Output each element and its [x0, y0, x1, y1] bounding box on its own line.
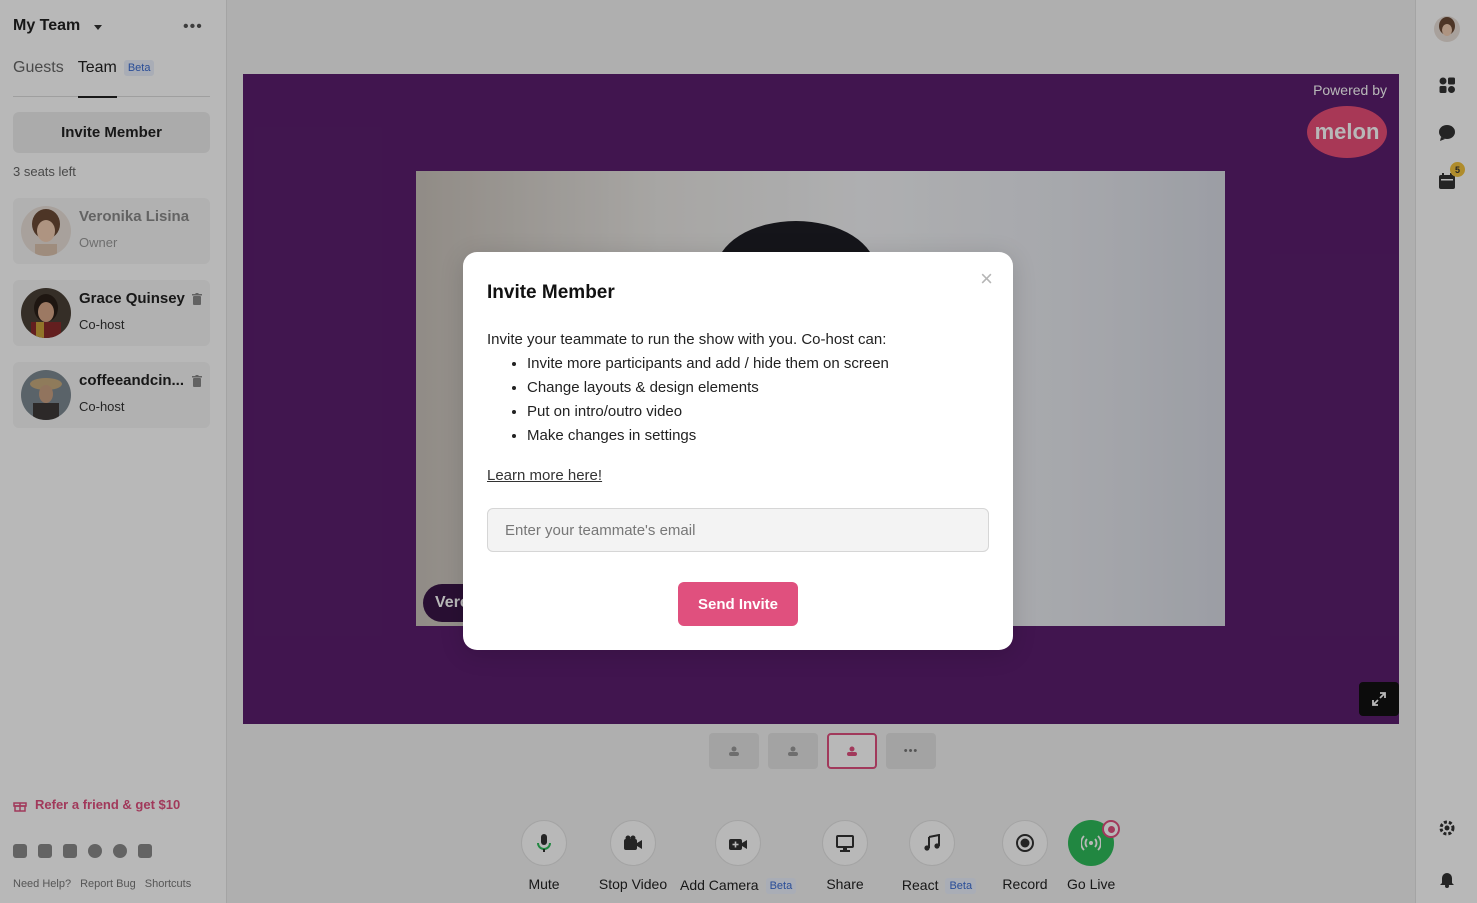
list-item: Change layouts & design elements: [527, 379, 889, 403]
list-item: Make changes in settings: [527, 427, 889, 451]
cohost-capabilities-list: Invite more participants and add / hide …: [527, 355, 889, 451]
modal-intro: Invite your teammate to run the show wit…: [487, 331, 887, 348]
list-item: Put on intro/outro video: [527, 403, 889, 427]
modal-title: Invite Member: [487, 282, 615, 303]
list-item: Invite more participants and add / hide …: [527, 355, 889, 379]
invite-member-modal: × Invite Member Invite your teammate to …: [463, 252, 1013, 650]
teammate-email-input[interactable]: [487, 508, 989, 552]
close-icon[interactable]: ×: [980, 268, 993, 290]
send-invite-button[interactable]: Send Invite: [678, 582, 798, 626]
learn-more-link[interactable]: Learn more here!: [487, 467, 602, 484]
